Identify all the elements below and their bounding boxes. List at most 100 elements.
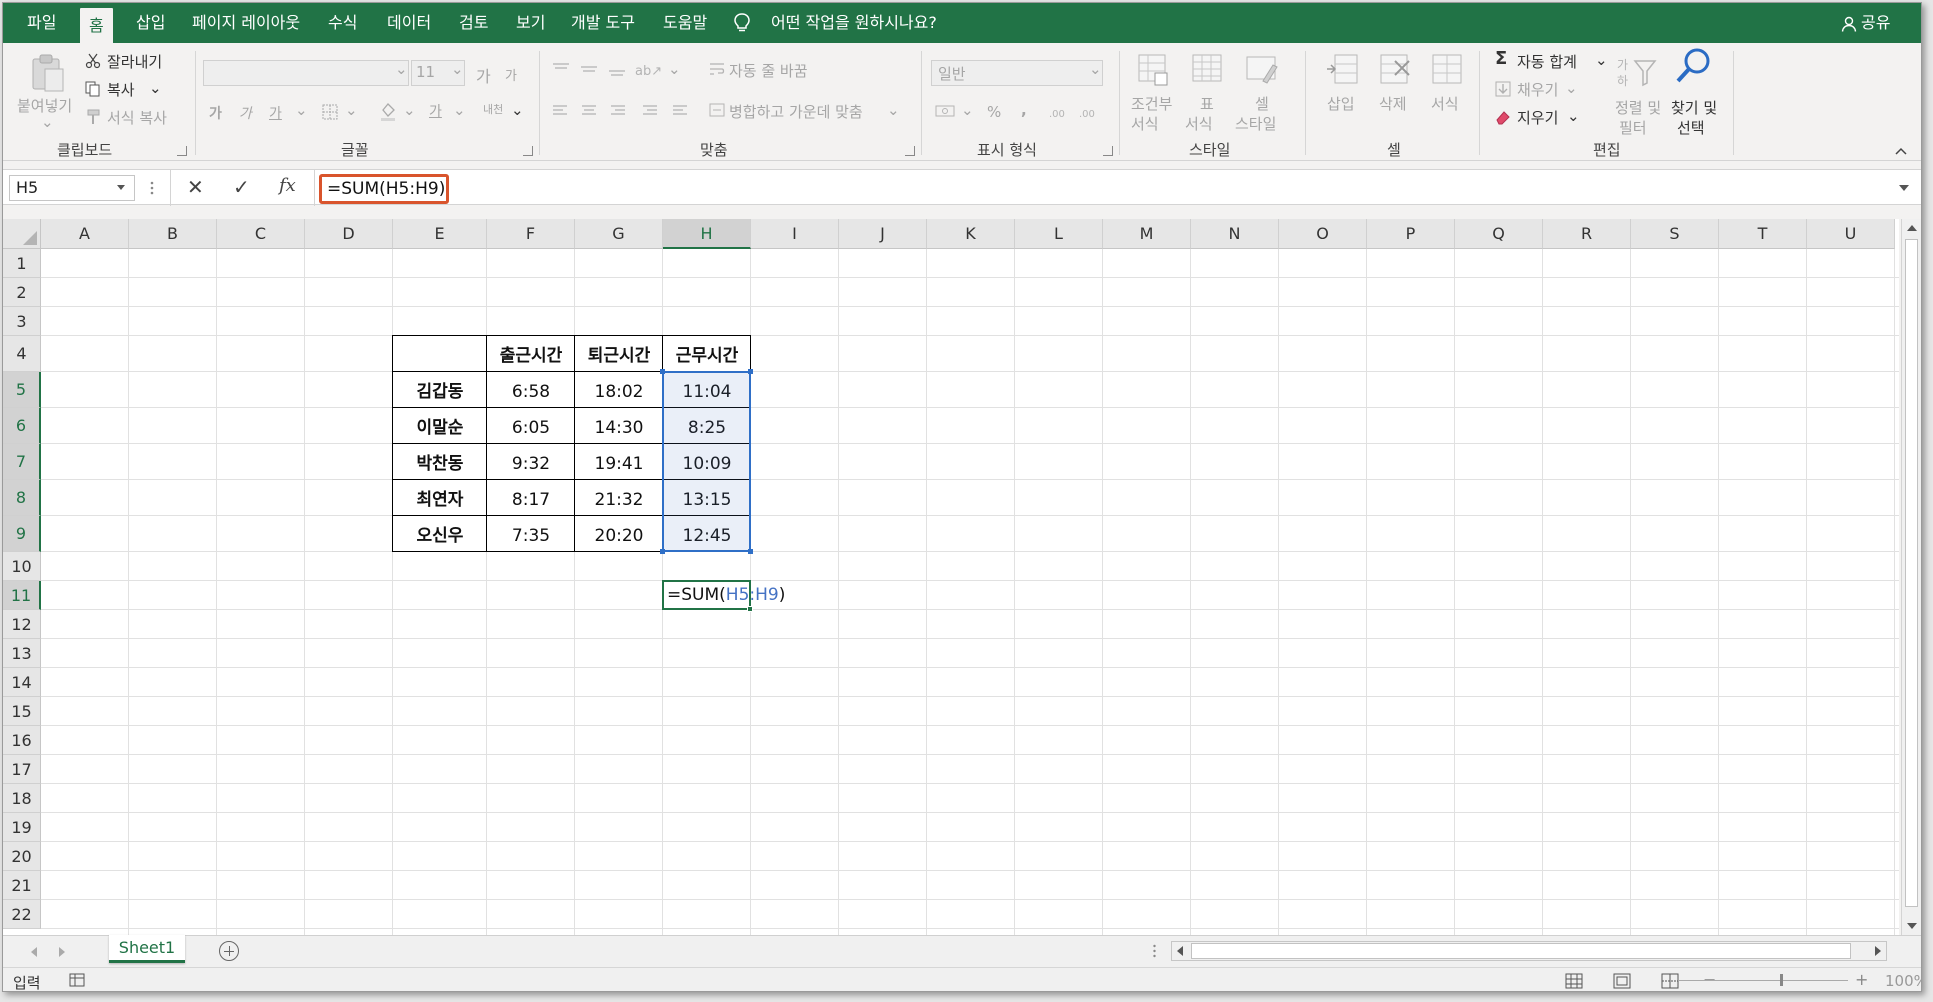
cut-button[interactable]: 잘라내기 [107,51,162,72]
row-header-19[interactable]: 19 [3,813,41,842]
row-header-14[interactable]: 14 [3,668,41,697]
row-header-22[interactable]: 22 [3,900,41,929]
format-painter-button[interactable]: 서식 복사 [107,107,167,128]
row-header-4[interactable]: 4 [3,336,41,372]
scroll-up-icon[interactable] [1907,225,1917,231]
autosum-button[interactable]: 자동 합계 [1517,51,1577,72]
column-header-a[interactable]: A [41,219,129,249]
time-cell[interactable]: 19:41 [575,444,663,480]
zoom-slider-thumb[interactable] [1780,974,1783,986]
decimal-icons[interactable]: .00 .00 [1049,103,1105,121]
column-header-u[interactable]: U [1807,219,1895,249]
row-header-17[interactable]: 17 [3,755,41,784]
font-name-box[interactable] [203,60,409,86]
format-as-table-button[interactable]: 표 [1200,93,1214,114]
column-header-j[interactable]: J [839,219,927,249]
borders-icon[interactable] [321,103,339,121]
employee-name-cell[interactable]: 이말순 [393,408,487,444]
comma-button[interactable]: , [1021,101,1027,119]
time-cell[interactable]: 6:05 [487,408,575,444]
active-cell-editor[interactable]: =SUM(H5:H9) [662,580,785,610]
scroll-down-icon[interactable] [1907,923,1917,929]
italic-button[interactable]: 가 [239,103,252,123]
scroll-right-icon[interactable] [1875,946,1881,956]
fill-dropdown-icon[interactable]: ⌄ [1565,79,1578,97]
column-header-i[interactable]: I [751,219,839,249]
time-cell[interactable]: 21:32 [575,480,663,516]
tell-me-search[interactable]: 어떤 작업을 원하시나요? [771,3,937,43]
percent-button[interactable]: % [987,103,1001,121]
row-header-20[interactable]: 20 [3,842,41,871]
column-header-r[interactable]: R [1543,219,1631,249]
column-header-g[interactable]: G [575,219,663,249]
column-header-t[interactable]: T [1719,219,1807,249]
autosum-dropdown-icon[interactable]: ⌄ [1595,51,1608,69]
name-box-dropdown-icon[interactable] [117,185,125,190]
time-cell[interactable]: 8:17 [487,480,575,516]
column-header-d[interactable]: D [305,219,393,249]
sort-filter-button[interactable]: 정렬 및 [1615,97,1661,118]
number-format-dropdown-icon[interactable]: ⌄ [1089,60,1102,78]
row-header-2[interactable]: 2 [3,278,41,307]
column-header-l[interactable]: L [1015,219,1103,249]
column-header-m[interactable]: M [1103,219,1191,249]
table-header-cell[interactable]: 출근시간 [487,336,575,372]
vertical-align-icons[interactable]: ab↗ [551,61,661,79]
sheet-tab-sheet1[interactable]: Sheet1 [109,935,185,963]
row-header-10[interactable]: 10 [3,552,41,581]
row-header-3[interactable]: 3 [3,307,41,336]
time-cell[interactable]: 14:30 [575,408,663,444]
font-color-button[interactable]: 가 [429,101,442,121]
tab-help[interactable]: 도움말 [663,3,707,43]
column-header-n[interactable]: N [1191,219,1279,249]
range-resize-handle[interactable] [748,549,753,554]
clear-dropdown-icon[interactable]: ⌄ [1567,107,1580,125]
row-header-11[interactable]: 11 [3,581,41,610]
time-cell[interactable]: 7:35 [487,516,575,552]
tab-file[interactable]: 파일 [27,3,56,43]
copy-dropdown-icon[interactable]: ⌄ [149,79,162,97]
format-cells-button[interactable]: 서식 [1431,93,1459,114]
paste-dropdown-icon[interactable]: ⌄ [41,113,54,131]
row-header-8[interactable]: 8 [3,480,41,516]
font-color-dropdown-icon[interactable]: ⌄ [453,101,466,119]
time-cell[interactable]: 6:58 [487,372,575,408]
find-select-button[interactable]: 찾기 및 [1671,97,1717,118]
column-header-q[interactable]: Q [1455,219,1543,249]
row-header-1[interactable]: 1 [3,249,41,278]
fill-handle[interactable] [747,606,753,612]
column-header-b[interactable]: B [129,219,217,249]
employee-name-cell[interactable]: 오신우 [393,516,487,552]
time-cell[interactable]: 20:20 [575,516,663,552]
reference-range-highlight[interactable] [662,371,751,552]
tab-insert[interactable]: 삽입 [136,3,165,43]
clear-button[interactable]: 지우기 [1517,107,1558,128]
copy-button[interactable]: 복사 [107,79,135,100]
orientation-dropdown-icon[interactable]: ⌄ [668,60,681,78]
table-header-cell[interactable]: 퇴근시간 [575,336,663,372]
fill-color-dropdown-icon[interactable]: ⌄ [403,101,416,119]
clipboard-launcher-icon[interactable] [177,146,187,156]
tab-review[interactable]: 검토 [459,3,488,43]
table-header-cell[interactable] [393,336,487,372]
currency-icon[interactable] [935,103,955,119]
phonetic-button[interactable]: 내천 [483,101,503,117]
time-cell[interactable]: 9:32 [487,444,575,480]
delete-cells-button[interactable]: 삭제 [1379,93,1407,114]
share-button[interactable]: 공유 [1861,3,1890,43]
time-cell[interactable]: 18:02 [575,372,663,408]
row-header-5[interactable]: 5 [3,372,41,408]
font-launcher-icon[interactable] [523,146,533,156]
row-header-16[interactable]: 16 [3,726,41,755]
select-all-button[interactable] [3,219,41,249]
range-resize-handle[interactable] [748,369,753,374]
vertical-scroll-thumb[interactable] [1905,239,1918,907]
table-header-cell[interactable]: 근무시간 [663,336,751,372]
borders-dropdown-icon[interactable]: ⌄ [345,101,358,119]
employee-name-cell[interactable]: 박찬동 [393,444,487,480]
horizontal-align-icons[interactable] [551,103,691,121]
page-break-view-icon[interactable] [1661,973,1679,989]
horizontal-scrollbar[interactable] [1171,941,1887,961]
row-header-13[interactable]: 13 [3,639,41,668]
column-header-h[interactable]: H [663,219,751,249]
